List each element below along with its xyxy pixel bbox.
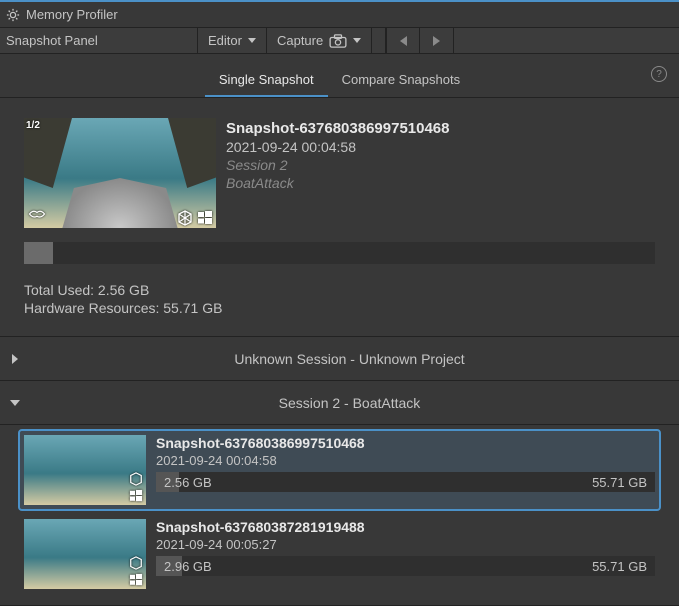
unity-icon	[127, 471, 145, 487]
memory-usage-bar	[24, 242, 655, 264]
session-header-unknown[interactable]: Unknown Session - Unknown Project	[0, 337, 679, 381]
target-dropdown[interactable]: Editor	[198, 28, 267, 53]
snapshot-project: BoatAttack	[226, 175, 450, 191]
snapshot-thumbnail-small	[24, 519, 146, 589]
windows-icon	[127, 572, 145, 588]
snapshot-item-bar: 2.56 GB 55.71 GB	[156, 472, 655, 492]
capture-dropdown[interactable]: Capture	[267, 28, 372, 53]
snapshot-date: 2021-09-24 00:04:58	[226, 139, 450, 155]
snapshot-meta: Snapshot-637680386997510468 2021-09-24 0…	[226, 118, 450, 228]
snapshot-name: Snapshot-637680386997510468	[226, 120, 450, 137]
unity-icon	[176, 210, 194, 226]
disclosure-collapsed-icon[interactable]	[8, 352, 22, 366]
arrow-left-icon	[400, 36, 407, 46]
thumbnail-badge: 1/2	[26, 120, 40, 131]
nav-prev-button[interactable]	[386, 28, 420, 54]
session-header-session2[interactable]: Session 2 - BoatAttack	[0, 381, 679, 425]
profiler-icon	[6, 8, 20, 22]
windows-icon	[127, 488, 145, 504]
session-label: Session 2 - BoatAttack	[28, 395, 671, 411]
snapshot-session: Session 2	[226, 157, 450, 173]
snapshot-thumbnail: 1/2	[24, 118, 216, 228]
snapshot-item-date: 2021-09-24 00:05:27	[156, 537, 655, 552]
camera-icon	[329, 34, 347, 48]
tab-compare-snapshots[interactable]: Compare Snapshots	[328, 68, 475, 97]
total-used-label: Total Used: 2.56 GB	[24, 282, 655, 298]
disclosure-expanded-icon[interactable]	[8, 396, 22, 410]
unity-icon	[127, 555, 145, 571]
snapshot-item-date: 2021-09-24 00:04:58	[156, 453, 655, 468]
windows-icon	[196, 210, 214, 226]
memory-totals: Total Used: 2.56 GB Hardware Resources: …	[24, 282, 655, 318]
target-dropdown-label: Editor	[208, 33, 242, 48]
window-titlebar: Memory Profiler	[0, 0, 679, 28]
capture-label: Capture	[277, 33, 323, 48]
chevron-down-icon	[353, 38, 361, 43]
snapshot-item-total: 55.71 GB	[592, 475, 647, 490]
snapshot-list: Snapshot-637680386997510468 2021-09-24 0…	[0, 425, 679, 606]
snapshot-list-item[interactable]: Snapshot-637680387281919488 2021-09-24 0…	[20, 515, 659, 593]
panel-label: Snapshot Panel	[0, 28, 198, 53]
lips-icon	[28, 206, 46, 222]
memory-used-segment	[24, 242, 53, 264]
window-title: Memory Profiler	[26, 7, 118, 22]
snapshot-item-total: 55.71 GB	[592, 559, 647, 574]
snapshot-detail-panel: 1/2 Snapshot-637680386997510468 2021-09-…	[0, 98, 679, 337]
nav-next-button[interactable]	[420, 28, 454, 54]
chevron-down-icon	[248, 38, 256, 43]
arrow-right-icon	[433, 36, 440, 46]
snapshot-item-name: Snapshot-637680387281919488	[156, 519, 655, 535]
tab-single-snapshot[interactable]: Single Snapshot	[205, 68, 328, 97]
snapshot-item-name: Snapshot-637680386997510468	[156, 435, 655, 451]
session-label: Unknown Session - Unknown Project	[28, 351, 671, 367]
hardware-resources-label: Hardware Resources: 55.71 GB	[24, 300, 655, 316]
snapshot-thumbnail-small	[24, 435, 146, 505]
view-tabs: Single Snapshot Compare Snapshots ?	[0, 54, 679, 98]
snapshot-list-item[interactable]: Snapshot-637680386997510468 2021-09-24 0…	[20, 431, 659, 509]
snapshot-item-bar: 2.96 GB 55.71 GB	[156, 556, 655, 576]
toolbar: Snapshot Panel Editor Capture	[0, 28, 679, 54]
nav-buttons	[386, 28, 454, 53]
help-button[interactable]: ?	[651, 66, 667, 82]
snapshot-item-used: 2.56 GB	[164, 475, 212, 490]
snapshot-item-used: 2.96 GB	[164, 559, 212, 574]
